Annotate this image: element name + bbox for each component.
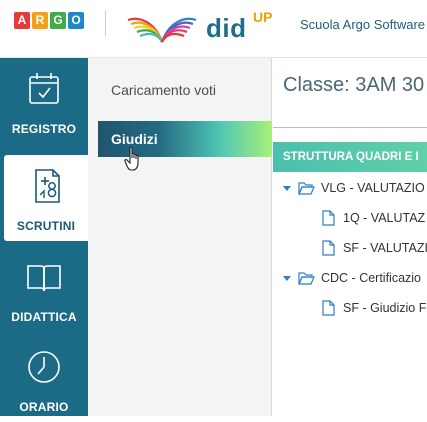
submenu-item-caricamento-voti[interactable]: Caricamento voti [98,72,272,108]
header-divider [105,10,106,36]
tree-panel-header: STRUTTURA QUADRI E I [273,142,427,172]
tree-node-folder[interactable]: VLG - VALUTAZIO [282,178,425,198]
title-divider [273,127,427,128]
nav-item-label: ORARIO [19,400,69,414]
argo-logo-letter: R [32,12,48,29]
argo-logo[interactable]: A R G O [14,12,84,29]
caret-down-icon[interactable] [282,183,292,193]
file-icon [322,240,335,256]
page-title: Classe: 3AM 30 [283,74,425,96]
tree-node-label: CDC - Certificazio [321,271,422,285]
didup-app-superscript: UP [253,9,273,25]
nav-item-label: DIDATTICA [11,310,77,324]
tree-node-file[interactable]: SF - Giudizio F [320,298,426,318]
scrutini-submenu: Caricamento voti Giudizi [88,58,272,416]
school-name: Scuola Argo Software [300,17,426,32]
tree-node-label: VLG - VALUTAZIO [321,181,425,195]
hand-pointer-cursor-icon [124,146,139,171]
tree-node-label: SF - Giudizio F [343,301,427,315]
argo-logo-letter: O [68,12,84,29]
tree-node-file[interactable]: 1Q - VALUTAZ [320,208,425,228]
argo-logo-letter: G [50,12,66,29]
app-header: A R G O did UP Scuola Argo Software [0,0,427,58]
didup-book-logo-icon [127,17,197,43]
nav-item-label: REGISTRO [11,122,77,136]
file-icon [322,300,335,316]
tree-node-label: SF - VALUTAZI [343,241,427,255]
folder-open-icon [298,182,315,195]
nav-item-scrutini[interactable]: SCRUTINI [4,155,88,241]
scrutini-icon [35,169,60,203]
nav-item-orario[interactable]: ORARIO [0,336,88,422]
tree-node-file[interactable]: SF - VALUTAZI [320,238,427,258]
main-nav-rail: REGISTRO SCRUTINI DIDATTICA ORARIO [0,58,88,416]
argo-logo-letter: A [14,12,30,29]
folder-open-icon [298,272,315,285]
nav-item-didattica[interactable]: DIDATTICA [0,246,88,332]
nav-item-registro[interactable]: REGISTRO [0,58,88,144]
file-icon [322,210,335,226]
book-icon [27,265,61,292]
clock-icon [28,351,60,383]
nav-item-label: SCRUTINI [16,219,76,233]
caret-down-icon[interactable] [282,273,292,283]
calendar-check-icon [29,73,59,104]
tree-node-folder[interactable]: CDC - Certificazio [282,268,421,288]
tree-node-label: 1Q - VALUTAZ [343,211,426,225]
didup-app-name: did [206,13,247,43]
